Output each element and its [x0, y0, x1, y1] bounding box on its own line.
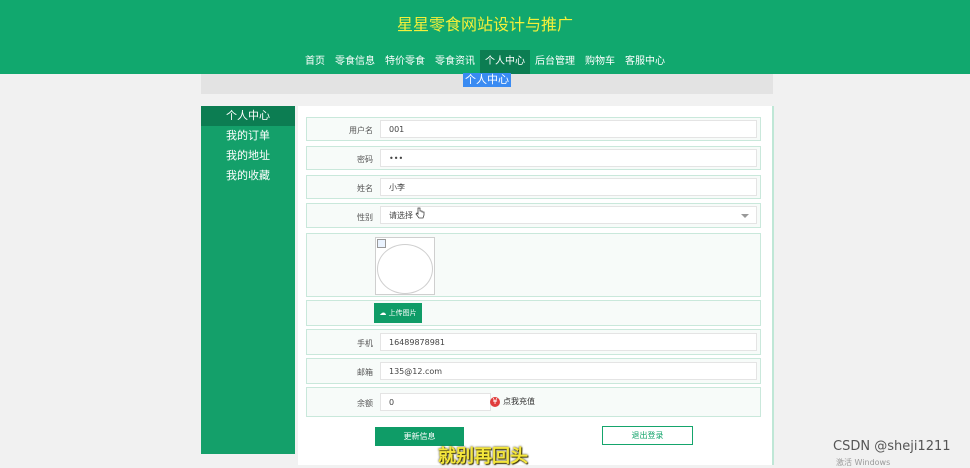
avatar-image: [375, 237, 435, 295]
nav-item-snack-news[interactable]: 零食资讯: [430, 50, 480, 74]
password-field[interactable]: •••: [380, 149, 757, 167]
video-subtitle: 就别再回头: [438, 446, 528, 467]
email-label: 邮箱: [357, 368, 373, 377]
password-row: 密码 •••: [306, 146, 761, 170]
upload-image-label: 上传图片: [388, 309, 417, 317]
balance-row: 余额 0 ¥ 点我充值: [306, 387, 761, 417]
phone-row: 手机 16489878981: [306, 329, 761, 355]
hand-cursor-icon: [415, 207, 425, 219]
upload-image-button[interactable]: ☁ 上传图片: [374, 303, 422, 323]
email-row: 邮箱 135@12.com: [306, 358, 761, 384]
username-row: 用户名 001: [306, 117, 761, 141]
nav-item-personal-center[interactable]: 个人中心: [480, 50, 530, 74]
name-row: 姓名 小李: [306, 175, 761, 199]
nav-item-cart[interactable]: 购物车: [580, 50, 620, 74]
cloud-upload-icon: ☁: [379, 309, 387, 317]
main-nav: 首页 零食信息 特价零食 零食资讯 个人中心 后台管理 购物车 客服中心: [0, 50, 970, 74]
sidebar-item-my-orders[interactable]: 我的订单: [201, 126, 295, 146]
phone-label: 手机: [357, 339, 373, 348]
page-title: 个人中心: [463, 73, 511, 87]
email-field[interactable]: 135@12.com: [380, 362, 757, 380]
gender-label: 性别: [357, 213, 373, 222]
nav-item-admin[interactable]: 后台管理: [530, 50, 580, 74]
username-field[interactable]: 001: [380, 120, 757, 138]
panel-divider: [772, 106, 774, 465]
gender-select-value: 请选择: [389, 211, 413, 220]
upload-row: ☁ 上传图片: [306, 300, 761, 326]
avatar-row: [306, 233, 761, 297]
name-label: 姓名: [357, 184, 373, 193]
sidebar-item-my-favorites[interactable]: 我的收藏: [201, 166, 295, 186]
nav-item-special-snacks[interactable]: 特价零食: [380, 50, 430, 74]
logout-button[interactable]: 退出登录: [602, 426, 693, 445]
site-title: 星星零食网站设计与推广: [396, 15, 573, 34]
balance-label: 余额: [357, 399, 373, 408]
activate-windows-text: 激活 Windows: [836, 458, 891, 467]
broken-image-icon: [377, 239, 386, 248]
csdn-watermark: CSDN @sheji1211: [833, 439, 951, 454]
balance-field: 0: [380, 393, 491, 411]
gender-select[interactable]: 请选择: [380, 206, 757, 224]
nav-item-home[interactable]: 首页: [300, 50, 330, 74]
chevron-down-icon: [741, 214, 749, 218]
header: 星星零食网站设计与推广 首页 零食信息 特价零食 零食资讯 个人中心 后台管理 …: [0, 0, 970, 74]
phone-field[interactable]: 16489878981: [380, 333, 757, 351]
password-label: 密码: [357, 155, 373, 164]
nav-item-customer-service[interactable]: 客服中心: [620, 50, 670, 74]
recharge-label: 点我充值: [503, 397, 535, 406]
recharge-link[interactable]: ¥ 点我充值: [490, 396, 535, 407]
sidebar: 个人中心 我的订单 我的地址 我的收藏: [201, 106, 295, 454]
username-label: 用户名: [349, 126, 373, 135]
sidebar-item-my-address[interactable]: 我的地址: [201, 146, 295, 166]
nav-item-snack-info[interactable]: 零食信息: [330, 50, 380, 74]
avatar-placeholder: [377, 244, 433, 294]
name-field[interactable]: 小李: [380, 178, 757, 196]
sidebar-item-personal-center[interactable]: 个人中心: [201, 106, 295, 126]
gender-row: 性别 请选择: [306, 203, 761, 228]
recharge-icon: ¥: [490, 396, 500, 407]
